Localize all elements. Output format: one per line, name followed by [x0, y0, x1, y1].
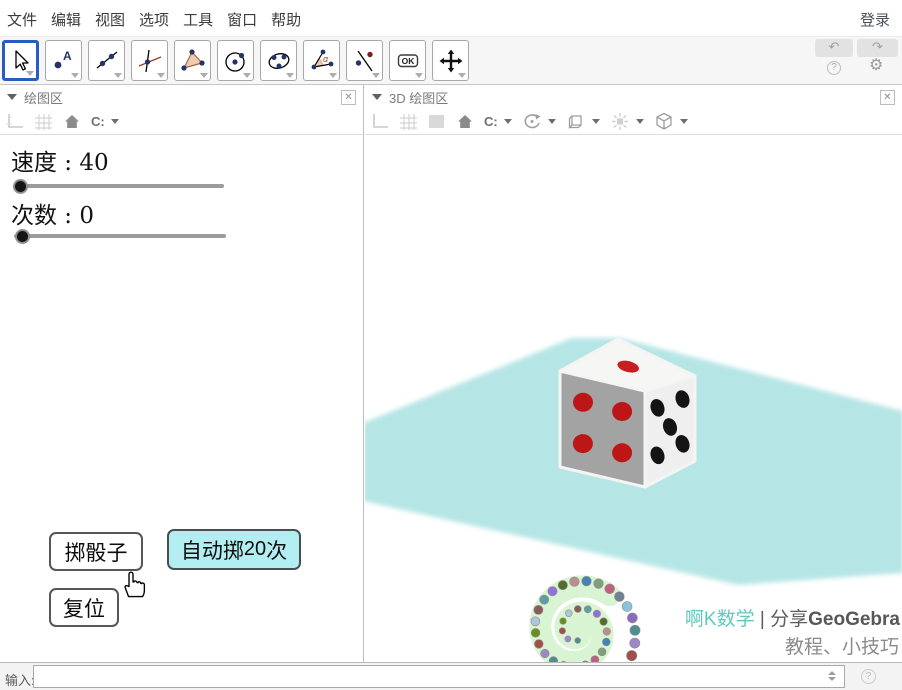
tool-angle[interactable]: α — [303, 40, 340, 81]
chevron-down-icon[interactable] — [636, 119, 644, 124]
toolbar: A — [0, 36, 902, 85]
menu-bar: 文件 编辑 视图 选项 工具 窗口 帮助 登录 — [0, 0, 902, 36]
graphics-panel: 绘图区 ✕ C: 速度 : 40 次数 : 0 掷骰子 自动掷20次 复位 — [0, 85, 364, 662]
tool-line[interactable] — [88, 40, 125, 81]
slider-count-handle[interactable] — [15, 229, 30, 244]
input-bar: 输入: ? — [0, 662, 902, 690]
input-help-icon[interactable]: ? — [861, 669, 876, 684]
panel-title-3d: 3D 绘图区 — [389, 88, 448, 107]
menu-help[interactable]: 帮助 — [268, 9, 304, 30]
ok-button-icon: OK — [395, 48, 421, 74]
polygon-icon — [180, 48, 206, 74]
grid-toggle-icon[interactable] — [34, 113, 53, 131]
tool-ellipse[interactable] — [260, 40, 297, 81]
chevron-down-icon[interactable] — [592, 119, 600, 124]
tool-dropdown-icon — [458, 73, 466, 78]
home-icon[interactable] — [456, 113, 474, 130]
slider-speed-label: 速度 : 40 — [11, 143, 109, 177]
home-icon[interactable] — [63, 113, 81, 130]
menu-tools[interactable]: 工具 — [180, 9, 216, 30]
undo-button[interactable]: ↶ — [815, 39, 853, 57]
svg-text:A: A — [63, 49, 72, 63]
tool-dropdown-icon — [286, 73, 294, 78]
tool-move[interactable] — [2, 40, 39, 81]
line-icon — [94, 48, 120, 74]
close-icon[interactable]: ✕ — [341, 90, 356, 105]
spiral-logo — [531, 576, 640, 662]
slider-speed-track[interactable] — [14, 184, 224, 188]
reflection-icon — [352, 48, 378, 74]
graphics3d-panel: 3D 绘图区 ✕ C: 啊K数学 | 分享GeoGebra 教程、小技巧 — [365, 85, 902, 662]
redo-button[interactable]: ↷ — [857, 39, 898, 57]
point-capturing-label[interactable]: C: — [484, 114, 498, 129]
tool-point[interactable]: A — [45, 40, 82, 81]
perpendicular-line-icon — [137, 48, 163, 74]
menu-edit[interactable]: 编辑 — [48, 9, 84, 30]
gear-icon[interactable]: ⚙ — [869, 58, 883, 74]
slider-count-label: 次数 : 0 — [11, 196, 94, 230]
3d-canvas[interactable] — [365, 85, 902, 662]
plane-toggle-icon[interactable] — [428, 113, 446, 130]
panel-collapse-icon[interactable] — [372, 94, 382, 100]
tool-reflection[interactable] — [346, 40, 383, 81]
tool-dropdown-icon — [26, 71, 34, 76]
reset-button[interactable]: 复位 — [49, 588, 119, 627]
tool-perpendicular-line[interactable] — [131, 40, 168, 81]
lighting-icon[interactable] — [610, 112, 630, 131]
ellipse-icon — [266, 48, 292, 74]
tool-dropdown-icon — [200, 73, 208, 78]
watermark-line2: 教程、小技巧 — [785, 632, 899, 659]
view-direction-icon[interactable] — [566, 112, 586, 131]
watermark-line1: 啊K数学 | 分享GeoGebra — [685, 604, 900, 631]
point-icon: A — [51, 48, 77, 74]
auto-roll-button[interactable]: 自动掷20次 — [167, 529, 301, 570]
tool-dropdown-icon — [372, 73, 380, 78]
roll-dice-button[interactable]: 掷骰子 — [49, 532, 143, 571]
tool-polygon[interactable] — [174, 40, 211, 81]
tool-move-graphics-view[interactable] — [432, 40, 469, 81]
grid-toggle-icon[interactable] — [399, 113, 418, 131]
tool-dropdown-icon — [71, 73, 79, 78]
panel-collapse-icon[interactable] — [7, 94, 17, 100]
menu-file[interactable]: 文件 — [4, 9, 40, 30]
chevron-down-icon[interactable] — [548, 119, 556, 124]
slider-speed-handle[interactable] — [13, 179, 28, 194]
tool-circle-center-point[interactable] — [217, 40, 254, 81]
svg-text:OK: OK — [401, 56, 415, 66]
projection-cube-icon[interactable] — [654, 112, 674, 131]
tool-button-action[interactable]: OK — [389, 40, 426, 81]
redo-icon: ↷ — [872, 39, 883, 54]
tool-dropdown-icon — [415, 73, 423, 78]
point-capturing-label[interactable]: C: — [91, 114, 105, 129]
help-icon[interactable]: ? — [827, 61, 841, 75]
angle-icon: α — [309, 48, 335, 74]
undo-icon: ↶ — [829, 39, 840, 54]
input-history-spinner-icon[interactable] — [828, 671, 836, 681]
panel-title-graphics: 绘图区 — [24, 88, 63, 107]
close-icon[interactable]: ✕ — [880, 90, 895, 105]
tool-dropdown-icon — [157, 73, 165, 78]
svg-text:α: α — [323, 54, 329, 64]
chevron-down-icon[interactable] — [504, 119, 512, 124]
tool-dropdown-icon — [329, 73, 337, 78]
chevron-down-icon[interactable] — [111, 119, 119, 124]
rotate-view-icon[interactable] — [522, 112, 542, 131]
menu-window[interactable]: 窗口 — [224, 9, 260, 30]
axes-toggle-icon[interactable] — [5, 113, 24, 131]
slider-count-track[interactable] — [14, 234, 226, 238]
tool-dropdown-icon — [114, 73, 122, 78]
move-view-icon — [438, 48, 464, 74]
tool-dropdown-icon — [243, 73, 251, 78]
menu-view[interactable]: 视图 — [92, 9, 128, 30]
circle-icon — [223, 48, 249, 74]
input-label: 输入: — [5, 670, 35, 689]
menu-options[interactable]: 选项 — [136, 9, 172, 30]
hand-cursor-icon — [118, 569, 146, 599]
chevron-down-icon[interactable] — [680, 119, 688, 124]
move-cursor-icon — [8, 48, 34, 74]
login-link[interactable]: 登录 — [860, 9, 890, 30]
axes-toggle-icon[interactable] — [370, 113, 389, 131]
command-input[interactable] — [33, 665, 845, 688]
